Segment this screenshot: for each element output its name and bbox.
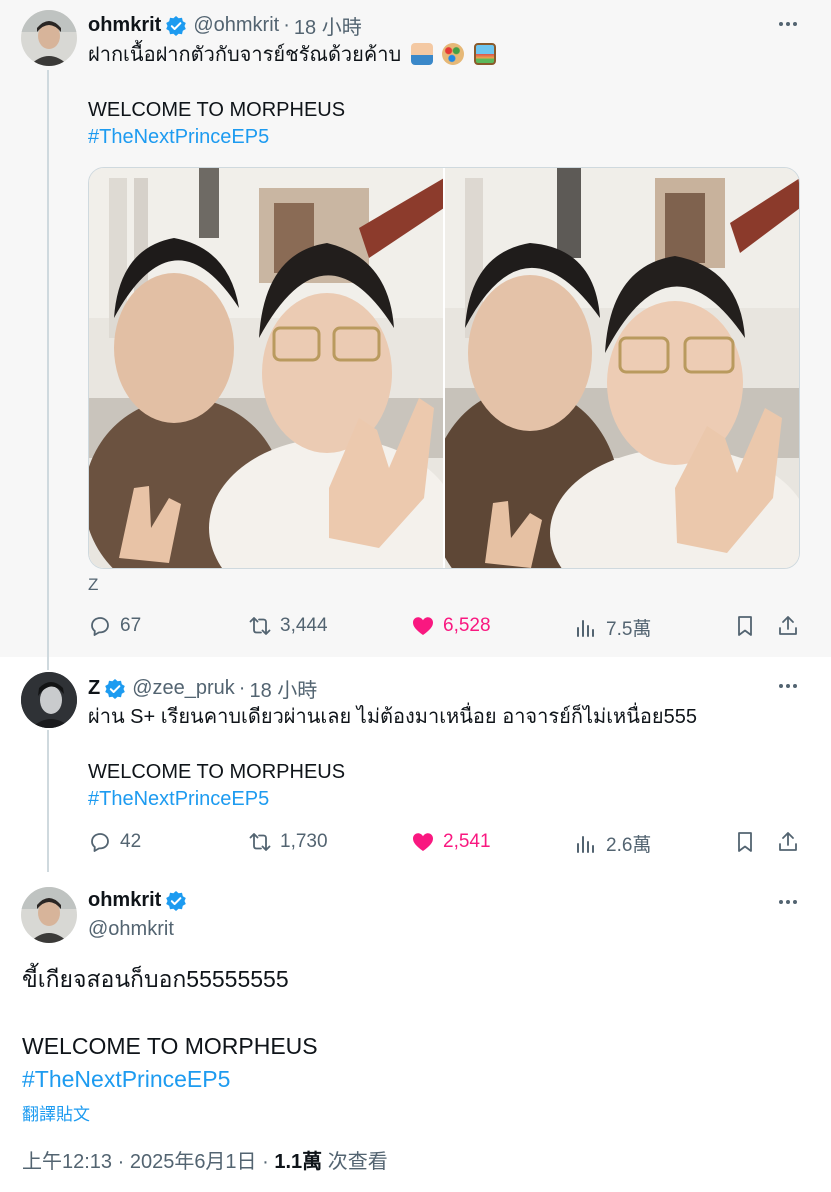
media-caption: Z [88,575,99,594]
more-options-button[interactable] [775,673,801,699]
views-count: 7.5萬 [606,619,652,640]
views-total: 1.1萬 [274,1151,323,1173]
repost-icon [249,833,271,851]
like-icon [413,617,433,635]
reply-count: 67 [120,615,142,636]
action-bar: 42 1,730 2,541 2.6萬 [88,830,800,860]
tweet-text-line: WELCOME TO MORPHEUS [88,761,346,783]
tweet-text: ฝากเนื้อฝากตัวกับจารย์ชรัณด้วยค้าบ [88,42,496,69]
author-name[interactable]: ohmkrit [88,889,161,912]
framed-picture-emoji-icon [473,43,496,65]
views-icon [577,835,594,853]
like-count: 2,541 [443,831,491,852]
reply-count: 42 [120,831,142,852]
views-button[interactable]: 7.5萬 [574,614,651,641]
bookmark-icon[interactable] [733,830,757,854]
repost-count: 3,444 [280,615,328,636]
author-handle[interactable]: @zee_pruk [132,677,235,700]
avatar[interactable] [21,672,77,728]
hashtag-link[interactable]: #TheNextPrinceEP5 [22,1064,230,1094]
author-name-row: ohmkrit [88,889,187,912]
author-name[interactable]: Z [88,677,100,700]
palette-emoji-icon [442,43,465,65]
tweet-text: ขี้เกียจสอนก็บอก55555555 [22,966,289,992]
avatar[interactable] [21,10,77,66]
like-button[interactable]: 2,541 [411,830,491,854]
repost-count: 1,730 [280,831,328,852]
bookmark-icon[interactable] [733,614,757,638]
hashtag-link[interactable]: #TheNextPrinceEP5 [88,786,269,813]
views-label: 次查看 [322,1151,388,1173]
author-name[interactable]: ohmkrit [88,14,161,37]
separator-dot: · [238,677,246,699]
verified-badge-icon [105,678,126,699]
post-time[interactable]: 18 小時 [249,674,317,703]
reply-button[interactable]: 42 [88,830,141,854]
verified-badge-icon [166,890,187,911]
photo-left[interactable] [89,168,443,568]
post-metadata: 上午12:13 · 2025年6月1日 · 1.1萬 次查看 [22,1145,388,1174]
more-icon [779,900,797,904]
views-button[interactable]: 2.6萬 [574,830,651,857]
more-options-button[interactable] [775,889,801,915]
post-timestamp[interactable]: 上午12:13 · 2025年6月1日 · [22,1151,274,1173]
share-icon[interactable] [776,830,800,854]
thread-connector-line [47,730,49,872]
reply-icon [91,617,109,636]
artist-emoji-icon [410,43,433,65]
views-count: 2.6萬 [606,835,652,856]
views-icon [577,619,594,637]
like-button[interactable]: 6,528 [411,614,491,638]
author-handle[interactable]: @ohmkrit [193,14,279,37]
more-icon [779,22,797,26]
repost-button[interactable]: 3,444 [248,614,328,638]
reply-icon [91,833,109,852]
more-icon [779,684,797,688]
separator-dot: · [283,14,290,36]
reply-button[interactable]: 67 [88,614,141,638]
photo-right[interactable] [445,168,799,568]
avatar[interactable] [21,887,77,943]
thread-connector-line [47,70,49,670]
media-grid [88,167,800,569]
hashtag-link[interactable]: #TheNextPrinceEP5 [88,124,269,151]
translate-post-link[interactable]: 翻譯貼文 [22,1100,90,1125]
more-options-button[interactable] [775,11,801,37]
repost-button[interactable]: 1,730 [248,830,328,854]
share-icon[interactable] [776,614,800,638]
tweet-text-line: WELCOME TO MORPHEUS [88,99,346,121]
verified-badge-icon [166,15,187,36]
repost-icon [249,617,271,635]
tweet-text: ผ่าน S+ เรียนคาบเดียวผ่านเลย ไม่ต้องมาเห… [88,706,697,728]
tweet-text-line: WELCOME TO MORPHEUS [22,1033,318,1059]
like-count: 6,528 [443,615,491,636]
action-bar: 67 3,444 6,528 7.5萬 [88,614,800,644]
like-icon [413,833,433,851]
post-time[interactable]: 18 小時 [294,11,362,40]
author-handle[interactable]: @ohmkrit [88,918,174,941]
